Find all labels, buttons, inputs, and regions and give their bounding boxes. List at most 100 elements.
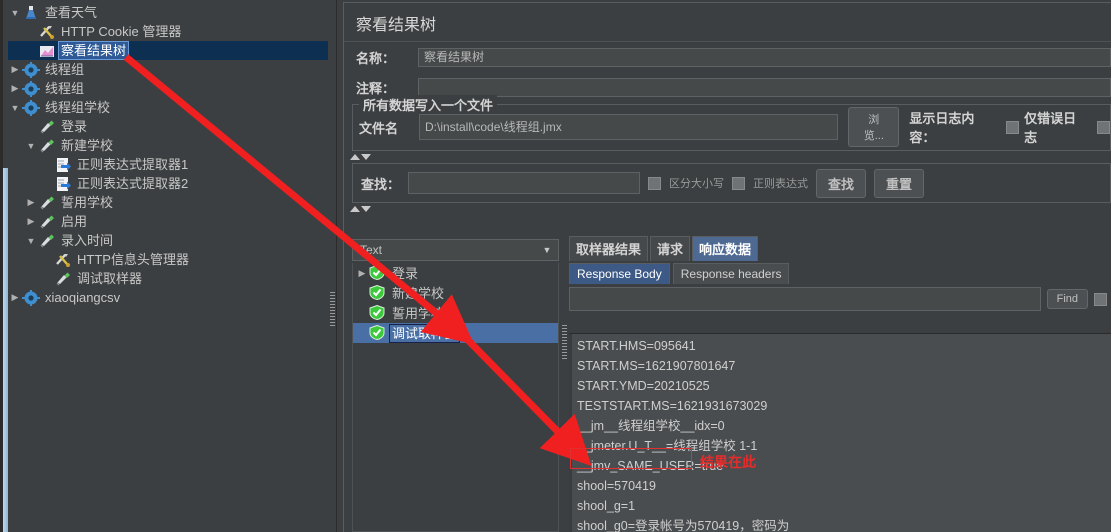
collapse-down-icon-2[interactable] <box>361 206 371 212</box>
tree-item-label: 线程组 <box>45 62 85 77</box>
tree-item-label: 新建学校 <box>61 138 114 153</box>
tree-collapse-icon[interactable]: ▼ <box>8 8 22 18</box>
search-input[interactable] <box>408 172 641 194</box>
result-item[interactable]: 调试取样器 <box>353 323 558 343</box>
response-find-button[interactable]: Find <box>1046 289 1088 309</box>
tree-item[interactable]: 登录 <box>8 117 328 136</box>
collapse-expand-divider-2[interactable] <box>344 203 1111 215</box>
vertical-splitter-grip-dots <box>562 325 567 359</box>
tree-item[interactable]: ▼ 查看天气 <box>8 3 328 22</box>
success-shield-icon <box>369 285 387 301</box>
result-tab[interactable]: 取样器结果 <box>569 236 649 261</box>
chevron-down-icon[interactable]: ▼ <box>536 245 558 255</box>
response-subtab[interactable]: Response headers <box>672 263 790 284</box>
response-find-case-checkbox[interactable] <box>1094 292 1107 306</box>
response-subtabs[interactable]: Response Body Response headers <box>569 263 1111 284</box>
errors-only-label: 仅错误日志 <box>1024 111 1077 145</box>
response-find-input[interactable] <box>569 287 1041 311</box>
find-button[interactable]: 查找 <box>816 168 867 198</box>
errors-only-checkbox[interactable] <box>1006 120 1020 134</box>
thread-group-icon <box>22 61 40 78</box>
collapse-up-icon[interactable] <box>350 154 360 160</box>
result-item[interactable]: 新建学校 <box>353 283 558 303</box>
log-display-label: 显示日志内容： <box>909 111 975 145</box>
tree-collapse-icon[interactable]: ▼ <box>24 236 38 246</box>
response-body-line: START.HMS=095641 <box>577 339 696 353</box>
success-shield-icon <box>369 305 387 321</box>
response-subtab[interactable]: Response Body <box>569 263 670 284</box>
regex-extractor-icon <box>54 157 72 173</box>
thread-group-icon <box>22 289 40 306</box>
tree-item-label: 启用 <box>61 214 88 229</box>
result-tabs[interactable]: 取样器结果 请求 响应数据 <box>569 236 1111 261</box>
tree-item[interactable]: ▶ 启用 <box>8 212 328 231</box>
result-tab[interactable]: 请求 <box>650 236 691 261</box>
thread-group-icon <box>22 99 40 116</box>
result-tab[interactable]: 响应数据 <box>692 236 759 261</box>
tree-expand-icon[interactable]: ▶ <box>24 197 38 208</box>
test-plan-tree-panel[interactable]: ▼ 查看天气 HTTP Cookie 管理器 察看结果树 ▶ 线程组 ▶ 线程组 ▼ 线程组学校登… <box>0 0 337 532</box>
tree-item-label: 正则表达式提取器2 <box>77 176 189 191</box>
collapse-expand-divider-1[interactable] <box>344 151 1111 163</box>
sampler-icon <box>38 138 56 154</box>
success-shield-icon <box>369 325 387 341</box>
tree-item-label: 正则表达式提取器1 <box>77 157 189 172</box>
tree-item[interactable]: ▼ 新建学校 <box>8 136 328 155</box>
results-tree[interactable]: ▶ 登录 新建学校 誓用学校 调试取样器 <box>352 263 559 532</box>
results-tree-column: Text ▼ ▶ 登录 新建学校 誓用学校 调试取样器 <box>352 239 559 532</box>
tree-expand-icon[interactable]: ▶ <box>8 64 22 75</box>
tree-item[interactable]: HTTP信息头管理器 <box>8 250 328 269</box>
tree-item[interactable]: ▶ xiaoqiangcsv <box>8 288 328 307</box>
comment-input[interactable] <box>418 77 1111 97</box>
search-label: 查找： <box>361 176 401 192</box>
tree-item[interactable]: ▼ 线程组学校 <box>8 98 328 117</box>
filename-input[interactable] <box>419 114 839 140</box>
tree-item-label: 调试取样器 <box>77 271 143 286</box>
tree-expand-icon[interactable]: ▶ <box>8 83 22 94</box>
tree-item[interactable]: ▼ 录入时间 <box>8 231 328 250</box>
regex-label: 正则表达式 <box>753 178 809 190</box>
tree-expand-icon[interactable]: ▶ <box>8 292 22 303</box>
result-item[interactable]: ▶ 登录 <box>353 263 558 283</box>
reset-button[interactable]: 重置 <box>874 168 925 198</box>
thread-group-icon <box>22 80 40 97</box>
highlight-box <box>570 448 692 469</box>
tree-item-label: 誓用学校 <box>61 195 114 210</box>
view-results-tree-icon <box>38 43 56 59</box>
response-body-text[interactable]: START.HMS=095641 START.MS=1621907801647 ST… <box>569 333 1111 532</box>
name-row: 名称： <box>344 42 1111 72</box>
collapse-down-icon[interactable] <box>361 154 371 160</box>
case-sensitive-checkbox[interactable] <box>648 176 662 190</box>
response-body-line: TESTSTART.MS=1621931673029 <box>577 399 768 413</box>
tree-item[interactable]: ▶ 线程组 <box>8 60 328 79</box>
sampler-icon <box>38 233 56 249</box>
name-input[interactable] <box>418 47 1111 67</box>
vertical-splitter[interactable] <box>559 239 569 532</box>
sampler-icon <box>38 214 56 230</box>
tree-item[interactable]: 正则表达式提取器1 <box>8 155 328 174</box>
tree-expand-icon[interactable]: ▶ <box>24 216 38 227</box>
tree-item[interactable]: 调试取样器 <box>8 269 328 288</box>
tree-collapse-icon[interactable]: ▼ <box>24 141 38 151</box>
tree-item-label: xiaoqiangcsv <box>45 290 121 305</box>
splitter-grip-dots <box>330 292 335 326</box>
tree-item[interactable]: ▶ 线程组 <box>8 79 328 98</box>
tree-expand-icon[interactable]: ▶ <box>355 268 369 279</box>
tree-item[interactable]: 正则表达式提取器2 <box>8 174 328 193</box>
tree-item[interactable]: HTTP Cookie 管理器 <box>8 22 328 41</box>
tree-collapse-icon[interactable]: ▼ <box>8 103 22 113</box>
tree-item-label: 线程组 <box>45 81 85 96</box>
tree-item[interactable]: ▶ 誓用学校 <box>8 193 328 212</box>
regex-extractor-icon <box>54 176 72 192</box>
result-item[interactable]: 誓用学校 <box>353 303 558 323</box>
tree-item[interactable]: 察看结果树 <box>8 41 328 60</box>
tree-item-label: 查看天气 <box>45 5 98 20</box>
test-plan-tree[interactable]: ▼ 查看天气 HTTP Cookie 管理器 察看结果树 ▶ 线程组 ▶ 线程组 ▼ 线程组学校登… <box>8 3 328 532</box>
renderer-select[interactable]: Text ▼ <box>352 239 559 261</box>
name-label: 名称： <box>356 50 396 66</box>
horizontal-splitter[interactable] <box>328 0 337 532</box>
browse-button[interactable]: 浏览... <box>848 107 900 147</box>
regex-checkbox[interactable] <box>732 176 746 190</box>
collapse-up-icon-2[interactable] <box>350 206 360 212</box>
success-only-checkbox[interactable] <box>1097 120 1110 134</box>
